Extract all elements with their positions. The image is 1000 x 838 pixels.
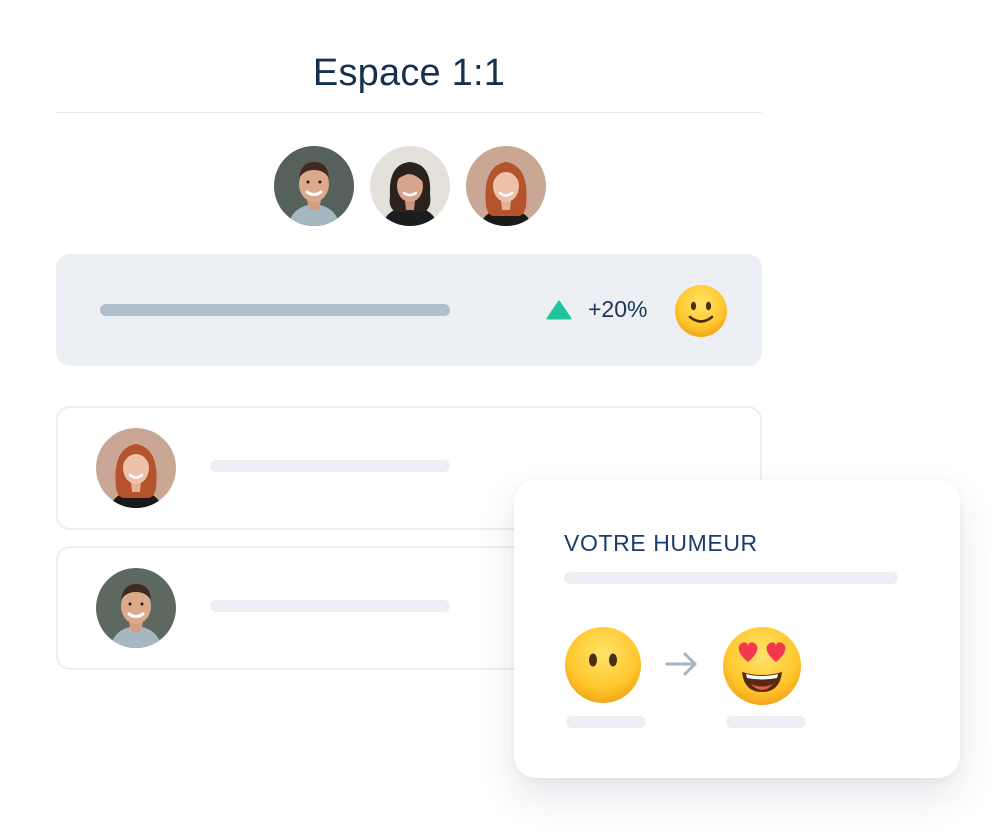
avatar-participant-woman-red[interactable]: [466, 146, 546, 226]
trend-value: +20%: [588, 296, 648, 322]
slightly-smiling-face-emoji-icon: [675, 285, 727, 337]
avatar-participant-woman-dark[interactable]: [370, 146, 450, 226]
mood-after-label-placeholder: [726, 716, 806, 728]
heart-eyes-emoji-icon[interactable]: [722, 626, 802, 706]
list-item-avatar: [96, 568, 176, 648]
avatar-participant-man[interactable]: [274, 146, 354, 226]
progress-summary-card: +20%: [56, 254, 762, 366]
woman-dark-hair-avatar-icon: [370, 146, 450, 226]
woman-red-hair-avatar-icon: [466, 146, 546, 226]
arrow-right-icon: [665, 652, 697, 676]
mood-card: VOTRE HUMEUR: [514, 480, 960, 778]
man-avatar-icon: [96, 568, 176, 648]
triangle-up-icon: [546, 300, 572, 320]
mood-card-title: VOTRE HUMEUR: [564, 530, 758, 556]
man-avatar-icon: [274, 146, 354, 226]
title-divider: [56, 112, 762, 113]
list-item-placeholder-line: [210, 460, 450, 472]
list-item-placeholder-line: [210, 600, 450, 612]
page-title: Espace 1:1: [312, 52, 506, 94]
summary-placeholder-bar: [100, 304, 450, 316]
woman-red-hair-avatar-icon: [96, 428, 176, 508]
mood-card-placeholder-line: [564, 572, 898, 584]
face-without-mouth-emoji-icon[interactable]: [564, 626, 642, 704]
list-item-avatar: [96, 428, 176, 508]
mood-before-label-placeholder: [566, 716, 646, 728]
